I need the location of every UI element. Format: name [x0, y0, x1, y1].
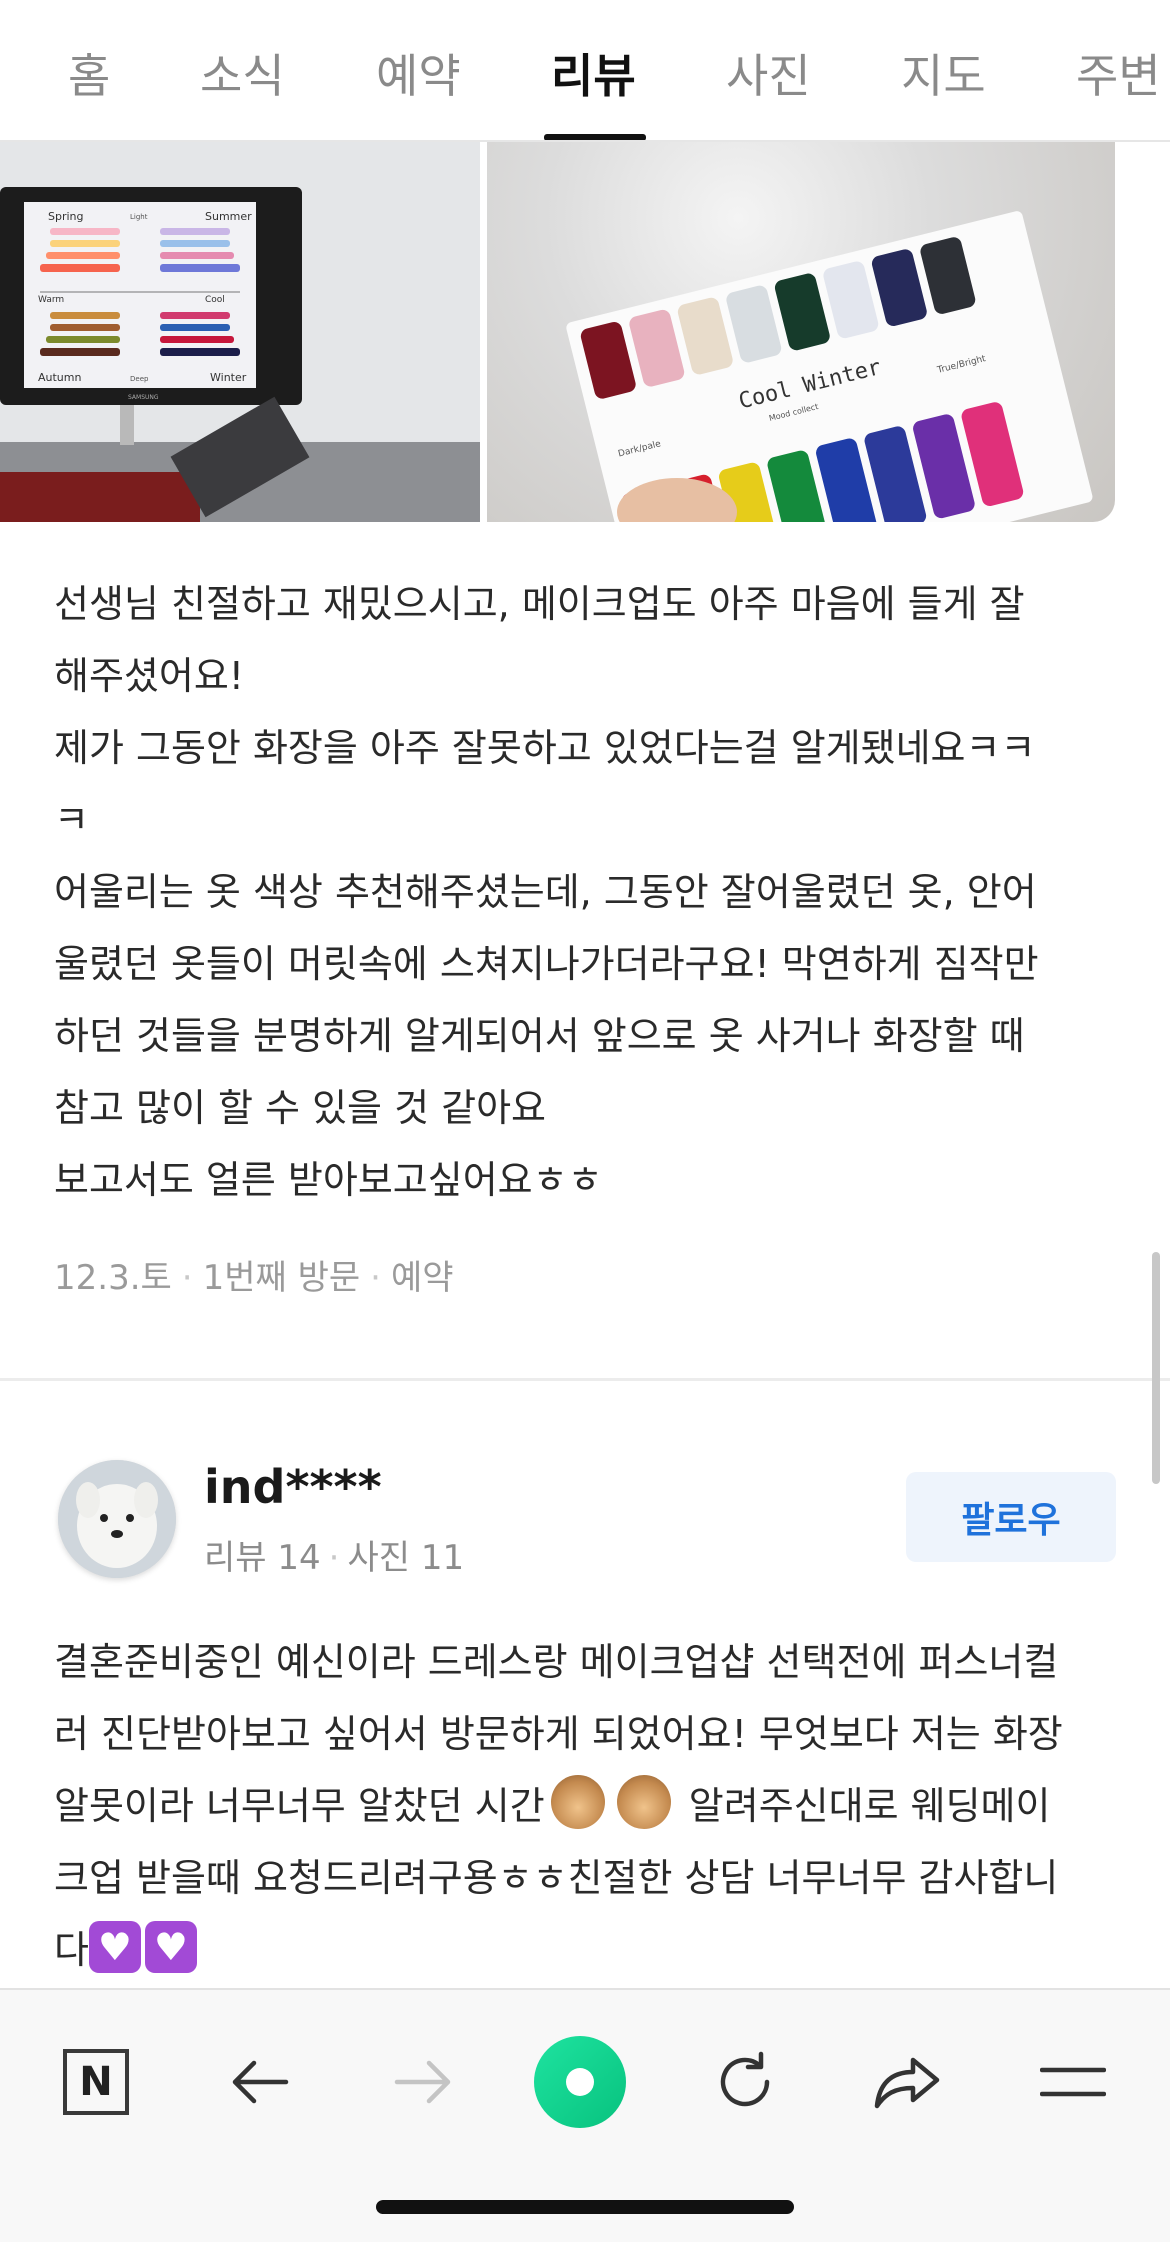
separator-dot: · [181, 1258, 193, 1298]
chart-label-deep: Deep [130, 375, 149, 383]
reviewer-username[interactable]: ind**** [204, 1460, 382, 1514]
review-paragraph: 선생님 친절하고 재밌으시고, 메이크업도 아주 마음에 들게 잘 해주셨어요! [54, 582, 1025, 698]
see-no-evil-monkey-icon [550, 1775, 605, 1829]
review-divider [0, 1378, 1170, 1381]
review-body: 선생님 친절하고 재밌으시고, 메이크업도 아주 마음에 들게 잘 해주셨어요!… [54, 568, 1134, 1216]
tab-map[interactable]: 지도 [901, 40, 986, 106]
tab-news[interactable]: 소식 [200, 40, 285, 106]
tv-brand-logo: SAMSUNG [128, 394, 159, 401]
review-photo-cool-winter-card[interactable]: Cool Winter Dark/pale Mood collect True/… [487, 142, 1115, 522]
tab-reservation[interactable]: 예약 [376, 40, 461, 106]
chart-label-summer: Summer [205, 210, 252, 223]
review-count: 리뷰 14 [204, 1538, 321, 1578]
home-circle-icon[interactable] [530, 2032, 630, 2132]
naver-n-icon[interactable]: N [46, 2032, 146, 2132]
tab-photos[interactable]: 사진 [726, 40, 811, 106]
review-body: 결혼준비중인 예신이라 드레스랑 메이크업샵 선택전에 퍼스너컬 러 진단받아보… [54, 1626, 1134, 1986]
review-photo-color-chart[interactable]: Spring Summer Light Warm Cool Autumn Dee… [0, 142, 480, 522]
scrollbar[interactable] [1152, 1252, 1160, 1484]
chart-label-light: Light [130, 213, 148, 221]
review-meta: 12.3.토 · 1번째 방문 · 예약 [54, 1250, 454, 1299]
reload-icon[interactable] [695, 2032, 795, 2132]
purple-heart-icon [144, 1921, 197, 1973]
review-paragraph: 결혼준비중인 예신이라 드레스랑 메이크업샵 선택전에 퍼스너컬 러 진단받아보… [54, 1626, 1134, 1986]
forward-arrow-icon[interactable] [373, 2032, 473, 2132]
separator-dot: · [328, 1538, 340, 1578]
purple-heart-icon [88, 1921, 141, 1973]
review-paragraph: 어울리는 옷 색상 추천해주셨는데, 그동안 잘어울렸던 옷, 안어 울렸던 옷… [54, 870, 1039, 1130]
separator-dot: · [370, 1258, 381, 1298]
home-indicator [376, 2200, 794, 2214]
review-paragraph: 보고서도 얼른 받아보고싶어요ㅎㅎ [54, 1158, 603, 1202]
tab-bar: 홈 소식 예약 리뷰 사진 지도 주변 [0, 0, 1170, 142]
share-icon[interactable] [858, 2032, 958, 2132]
dog-avatar-icon [58, 1460, 176, 1578]
review-date: 12.3.토 [54, 1258, 172, 1298]
menu-icon[interactable] [1023, 2032, 1123, 2132]
back-arrow-icon[interactable] [210, 2032, 310, 2132]
visit-count: 1번째 방문 [202, 1258, 361, 1298]
chart-label-winter: Winter [210, 371, 247, 384]
tab-nearby[interactable]: 주변 [1076, 40, 1161, 106]
visit-type: 예약 [390, 1258, 454, 1298]
avatar[interactable] [58, 1460, 176, 1578]
chart-label-autumn: Autumn [38, 371, 81, 384]
reviewer-stats: 리뷰 14 · 사진 11 [204, 1530, 464, 1579]
naver-n-label: N [63, 2049, 129, 2115]
tab-reviews[interactable]: 리뷰 [551, 40, 636, 106]
tab-home[interactable]: 홈 [68, 40, 110, 106]
color-card-illustration: Cool Winter Dark/pale Mood collect True/… [566, 211, 1093, 522]
review-paragraph: 제가 그동안 화장을 아주 잘못하고 있었다는걸 알게됐네요ㅋㅋ ㅋ [54, 726, 1036, 842]
active-tab-indicator [544, 134, 646, 140]
chart-label-spring: Spring [48, 210, 84, 223]
chart-label-cool: Cool [205, 295, 225, 305]
chart-label-warm: Warm [38, 295, 64, 305]
photo-count: 사진 11 [347, 1538, 465, 1578]
tv-chart-illustration: Spring Summer Light Warm Cool Autumn Dee… [0, 142, 480, 522]
see-no-evil-monkey-icon [616, 1775, 671, 1829]
follow-button[interactable]: 팔로우 [906, 1472, 1116, 1562]
